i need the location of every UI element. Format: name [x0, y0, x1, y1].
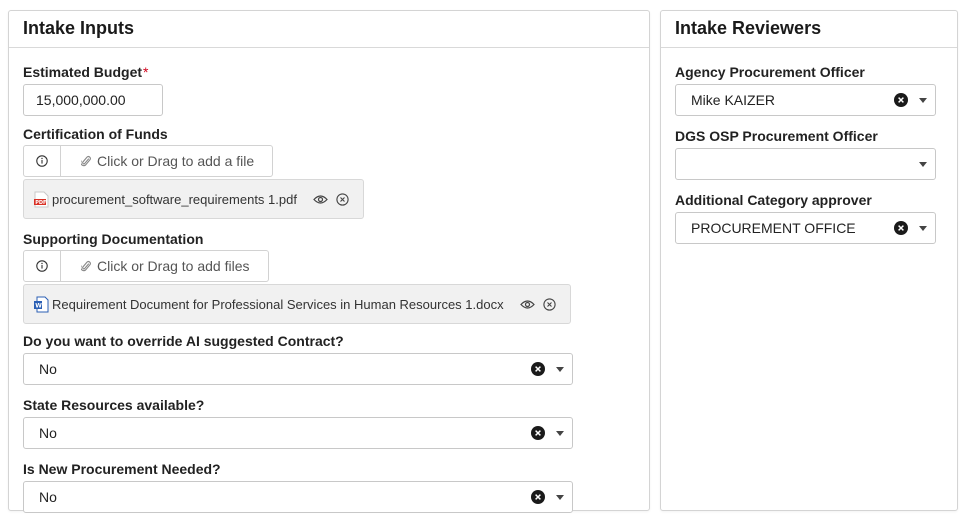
new-procurement-label: Is New Procurement Needed? [23, 461, 221, 477]
agency-officer-label: Agency Procurement Officer [675, 64, 865, 80]
caret-down-icon[interactable] [919, 226, 927, 231]
caret-down-icon[interactable] [556, 367, 564, 372]
intake-reviewers-title: Intake Reviewers [661, 11, 957, 48]
eye-icon[interactable] [313, 194, 328, 205]
certification-drop-zone[interactable]: Click or Drag to add a file [61, 145, 274, 177]
supporting-file-chip: W Requirement Document for Professional … [23, 284, 571, 324]
estimated-budget-label: Estimated Budget* [23, 63, 635, 81]
caret-down-icon[interactable] [556, 495, 564, 500]
caret-down-icon[interactable] [556, 431, 564, 436]
supporting-drop-text: Click or Drag to add files [97, 258, 250, 274]
info-icon[interactable] [23, 145, 61, 177]
intake-inputs-panel: Intake Inputs Estimated Budget* 15,000,0… [8, 10, 650, 513]
supporting-upload-row: Click or Drag to add files [23, 250, 635, 282]
new-procurement-value: No [39, 489, 57, 505]
category-approver-select[interactable]: PROCUREMENT OFFICE [675, 212, 936, 244]
certification-file-chip: PDF procurement_software_requirements 1.… [23, 179, 364, 219]
clear-icon[interactable] [531, 426, 545, 440]
certification-upload-row: Click or Drag to add a file [23, 145, 635, 177]
estimated-budget-label-text: Estimated Budget [23, 64, 143, 80]
paperclip-icon [81, 260, 91, 273]
new-procurement-select[interactable]: No [23, 481, 573, 513]
supporting-file-name[interactable]: Requirement Document for Professional Se… [52, 297, 504, 312]
override-contract-label: Do you want to override AI suggested Con… [23, 333, 344, 349]
override-contract-value: No [39, 361, 57, 377]
clear-icon[interactable] [894, 93, 908, 107]
override-contract-select[interactable]: No [23, 353, 573, 385]
clear-icon[interactable] [531, 362, 545, 376]
remove-circle-icon[interactable] [542, 297, 556, 311]
eye-icon[interactable] [519, 299, 535, 310]
word-file-icon: W [34, 296, 49, 313]
svg-text:W: W [35, 302, 42, 309]
supporting-drop-zone[interactable]: Click or Drag to add files [61, 250, 269, 282]
agency-officer-select[interactable]: Mike KAIZER [675, 84, 936, 116]
caret-down-icon[interactable] [919, 162, 927, 167]
category-approver-value: PROCUREMENT OFFICE [691, 220, 856, 236]
pdf-file-icon: PDF [34, 191, 49, 208]
category-approver-label: Additional Category approver [675, 192, 872, 208]
clear-icon[interactable] [531, 490, 545, 504]
intake-reviewers-panel: Intake Reviewers Agency Procurement Offi… [660, 10, 958, 511]
certification-of-funds-label: Certification of Funds [23, 126, 168, 142]
remove-circle-icon[interactable] [336, 192, 349, 206]
caret-down-icon[interactable] [919, 98, 927, 103]
dgs-officer-label: DGS OSP Procurement Officer [675, 128, 878, 144]
svg-text:PDF: PDF [35, 200, 46, 206]
state-resources-value: No [39, 425, 57, 441]
paperclip-icon [81, 155, 91, 168]
supporting-documentation-label: Supporting Documentation [23, 231, 204, 247]
state-resources-select[interactable]: No [23, 417, 573, 449]
state-resources-label: State Resources available? [23, 397, 205, 413]
dgs-officer-select[interactable] [675, 148, 936, 180]
agency-officer-value: Mike KAIZER [691, 92, 776, 108]
certification-file-name[interactable]: procurement_software_requirements 1.pdf [52, 192, 297, 207]
estimated-budget-input[interactable]: 15,000,000.00 [23, 84, 163, 116]
info-icon[interactable] [23, 250, 61, 282]
clear-icon[interactable] [894, 221, 908, 235]
certification-drop-text: Click or Drag to add a file [97, 153, 255, 169]
required-mark: * [143, 64, 149, 80]
intake-inputs-title: Intake Inputs [9, 11, 649, 48]
